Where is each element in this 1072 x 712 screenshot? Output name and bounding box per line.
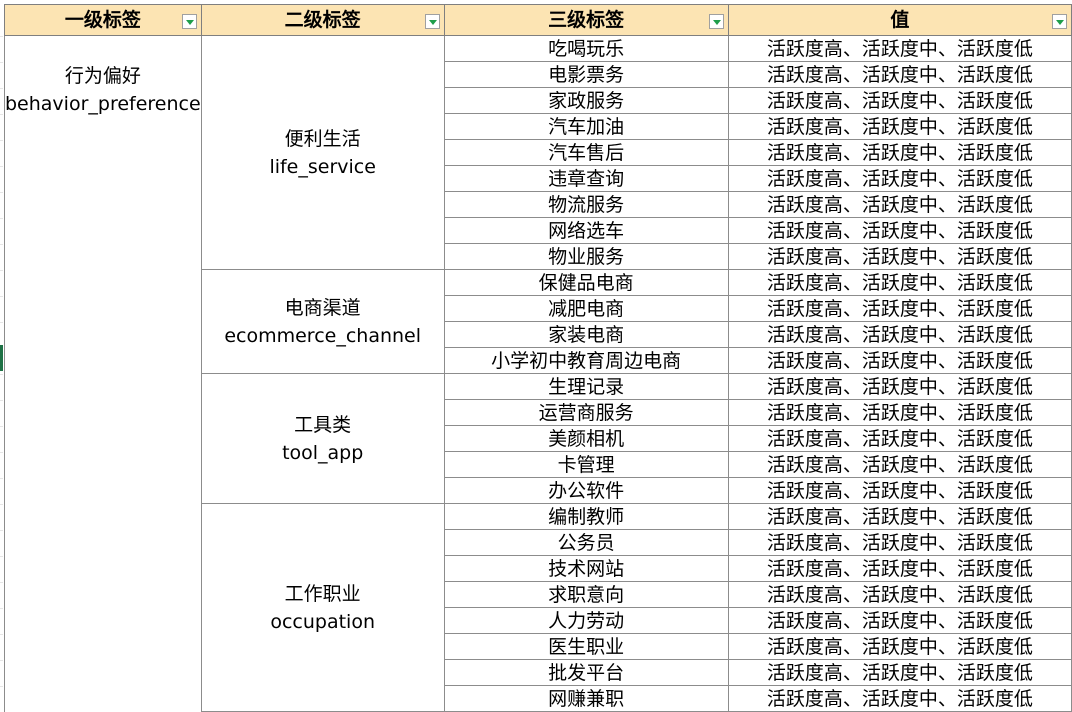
value-cell[interactable]: 活跃度高、活跃度中、活跃度低 [727, 555, 1072, 582]
level3-cell[interactable]: 家政服务 [443, 87, 729, 114]
level3-cell[interactable]: 技术网站 [443, 555, 729, 582]
spreadsheet: 一级标签 二级标签 三级标签 值 行为偏好 behavior_preference… [0, 0, 1072, 712]
level3-cell[interactable]: 卡管理 [443, 451, 729, 478]
level3-cell[interactable]: 家装电商 [443, 321, 729, 348]
value-cell[interactable]: 活跃度高、活跃度中、活跃度低 [727, 425, 1072, 452]
level2-cn: 工作职业 [284, 582, 361, 605]
value-cell[interactable]: 活跃度高、活跃度中、活跃度低 [727, 503, 1072, 530]
filter-dropdown-icon[interactable] [424, 14, 440, 29]
level2-cn: 电商渠道 [284, 296, 361, 319]
level3-cell[interactable]: 生理记录 [443, 373, 729, 400]
level3-cell[interactable]: 办公软件 [443, 477, 729, 504]
level3-cell[interactable]: 物流服务 [443, 191, 729, 218]
value-cell[interactable]: 活跃度高、活跃度中、活跃度低 [727, 165, 1072, 192]
level3-cell[interactable]: 医生职业 [443, 633, 729, 660]
level1-cn: 行为偏好 [64, 65, 141, 87]
value-cell[interactable]: 活跃度高、活跃度中、活跃度低 [727, 633, 1072, 660]
level2-cell[interactable]: 工作职业 occupation [200, 503, 445, 712]
header-value[interactable]: 值 [727, 4, 1072, 36]
header-level2-label: 二级标签 [284, 9, 361, 31]
level2-en: ecommerce_channel [224, 324, 422, 347]
value-cell[interactable]: 活跃度高、活跃度中、活跃度低 [727, 347, 1072, 374]
level3-cell[interactable]: 违章查询 [443, 165, 729, 192]
value-cell[interactable]: 活跃度高、活跃度中、活跃度低 [727, 659, 1072, 686]
header-level1-label: 一级标签 [64, 9, 141, 31]
level3-cell[interactable]: 汽车售后 [443, 139, 729, 166]
value-cell[interactable]: 活跃度高、活跃度中、活跃度低 [727, 191, 1072, 218]
value-cell[interactable]: 活跃度高、活跃度中、活跃度低 [727, 685, 1072, 712]
level3-cell[interactable]: 批发平台 [443, 659, 729, 686]
level3-cell[interactable]: 汽车加油 [443, 113, 729, 140]
table-row: 行为偏好 behavior_preference 便利生活 life_service 吃… [4, 35, 1072, 712]
level2-cell[interactable]: 电商渠道 ecommerce_channel [200, 269, 445, 374]
level3-cell[interactable]: 编制教师 [443, 503, 729, 530]
level3-cell[interactable]: 减肥电商 [443, 295, 729, 322]
value-cell[interactable]: 活跃度高、活跃度中、活跃度低 [727, 477, 1072, 504]
tag-table: 一级标签 二级标签 三级标签 值 行为偏好 behavior_preference… [4, 4, 1072, 712]
header-value-label: 值 [890, 9, 910, 31]
value-cell[interactable]: 活跃度高、活跃度中、活跃度低 [727, 529, 1072, 556]
active-row-marker [0, 345, 3, 371]
level2-en: tool_app [282, 441, 364, 464]
value-cell[interactable]: 活跃度高、活跃度中、活跃度低 [727, 87, 1072, 114]
level3-cell[interactable]: 网赚兼职 [443, 685, 729, 712]
level3-cell[interactable]: 美颜相机 [443, 425, 729, 452]
value-cell[interactable]: 活跃度高、活跃度中、活跃度低 [727, 35, 1072, 62]
level2-cn: 便利生活 [284, 127, 361, 150]
filter-dropdown-icon[interactable] [708, 14, 724, 29]
value-cell[interactable]: 活跃度高、活跃度中、活跃度低 [727, 243, 1072, 270]
value-cell[interactable]: 活跃度高、活跃度中、活跃度低 [727, 139, 1072, 166]
level2-en: life_service [269, 155, 376, 178]
table-body: 行为偏好 behavior_preference 便利生活 life_service 吃… [4, 35, 1072, 712]
level2-cn: 工具类 [294, 413, 352, 436]
level3-cell[interactable]: 电影票务 [443, 61, 729, 88]
value-cell[interactable]: 活跃度高、活跃度中、活跃度低 [727, 399, 1072, 426]
level3-cell[interactable]: 小学初中教育周边电商 [443, 347, 729, 374]
level3-cell[interactable]: 公务员 [443, 529, 729, 556]
value-cell[interactable]: 活跃度高、活跃度中、活跃度低 [727, 607, 1072, 634]
value-cell[interactable]: 活跃度高、活跃度中、活跃度低 [727, 217, 1072, 244]
header-level2[interactable]: 二级标签 [200, 4, 445, 36]
value-cell[interactable]: 活跃度高、活跃度中、活跃度低 [727, 61, 1072, 88]
value-cell[interactable]: 活跃度高、活跃度中、活跃度低 [727, 581, 1072, 608]
header-level3[interactable]: 三级标签 [443, 4, 729, 36]
level1-en: behavior_preference [5, 93, 201, 115]
level3-cell[interactable]: 保健品电商 [443, 269, 729, 296]
level2-cell[interactable]: 便利生活 life_service [200, 35, 445, 270]
value-cell[interactable]: 活跃度高、活跃度中、活跃度低 [727, 269, 1072, 296]
value-cell[interactable]: 活跃度高、活跃度中、活跃度低 [727, 295, 1072, 322]
level3-cell[interactable]: 物业服务 [443, 243, 729, 270]
header-level3-label: 三级标签 [548, 9, 625, 31]
header-level1[interactable]: 一级标签 [4, 4, 202, 36]
row-header-strip [0, 36, 3, 711]
header-row: 一级标签 二级标签 三级标签 值 [4, 4, 1072, 36]
value-cell[interactable]: 活跃度高、活跃度中、活跃度低 [727, 373, 1072, 400]
level3-cell[interactable]: 网络选车 [443, 217, 729, 244]
value-cell[interactable]: 活跃度高、活跃度中、活跃度低 [727, 321, 1072, 348]
level3-cell[interactable]: 运营商服务 [443, 399, 729, 426]
filter-dropdown-icon[interactable] [181, 14, 197, 29]
level3-cell[interactable]: 求职意向 [443, 581, 729, 608]
level1-cell[interactable]: 行为偏好 behavior_preference [4, 35, 202, 712]
level3-cell[interactable]: 人力劳动 [443, 607, 729, 634]
level3-cell[interactable]: 吃喝玩乐 [443, 35, 729, 62]
value-cell[interactable]: 活跃度高、活跃度中、活跃度低 [727, 113, 1072, 140]
value-cell[interactable]: 活跃度高、活跃度中、活跃度低 [727, 451, 1072, 478]
filter-dropdown-icon[interactable] [1052, 14, 1067, 29]
level2-cell[interactable]: 工具类 tool_app [200, 373, 445, 504]
level2-en: occupation [270, 610, 376, 633]
